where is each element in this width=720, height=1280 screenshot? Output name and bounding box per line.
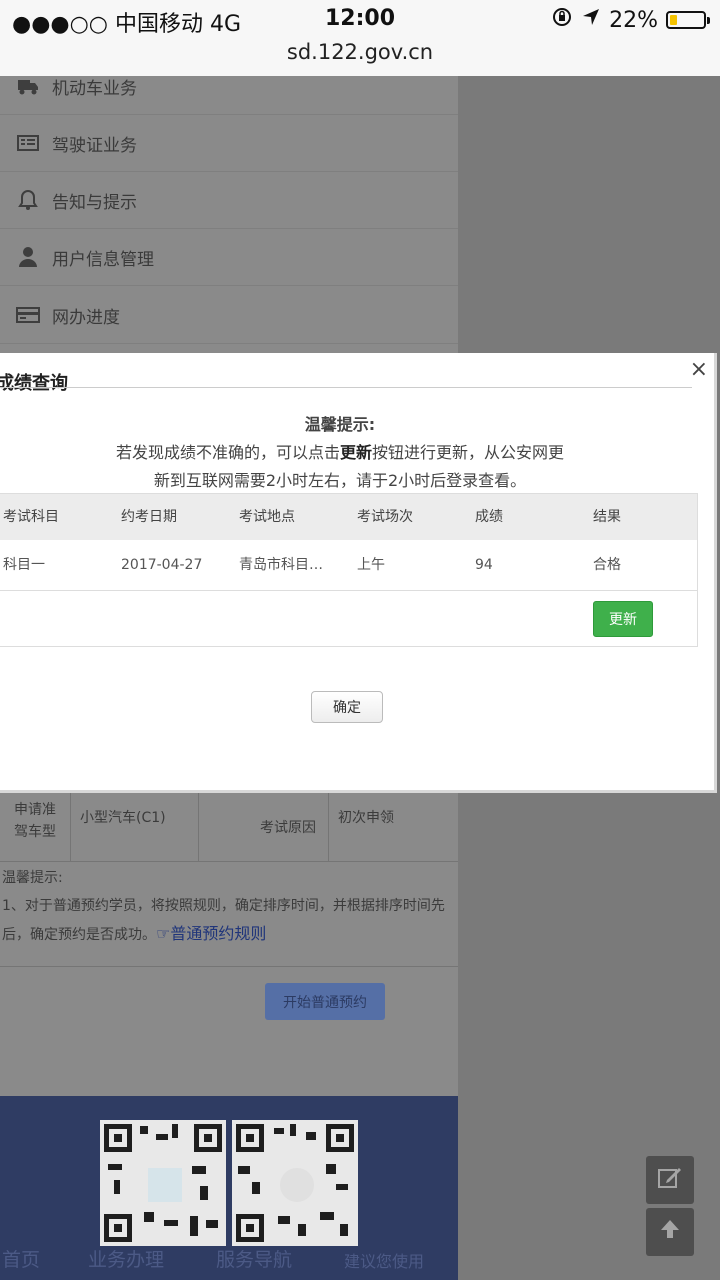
dialog-tip-title: 温馨提示:: [304, 415, 376, 434]
app-logo-icon: [146, 1166, 184, 1204]
edit-icon: [657, 1165, 683, 1195]
cell-subject: 科目一: [3, 557, 45, 573]
menu-item-label: 用户信息管理: [52, 249, 154, 270]
col-exam-date: 约考日期: [121, 509, 177, 525]
col-subject: 考试科目: [3, 509, 59, 525]
cell-exam-session: 上午: [357, 557, 385, 573]
truck-icon: [16, 76, 40, 96]
divider: [0, 966, 458, 967]
table-row: 科目一 2017-04-27 青岛市科目… 上午 94 合格: [0, 540, 697, 591]
qr-code-app: [100, 1120, 226, 1246]
score-table: 考试科目 约考日期 考试地点 考试场次 成绩 结果 科目一 2017-04-27…: [0, 493, 698, 647]
bell-icon: [16, 189, 40, 210]
col-exam-location: 考试地点: [239, 509, 295, 525]
footer-nav-home[interactable]: 首页: [2, 1245, 40, 1272]
score-table-header: 考试科目 约考日期 考试地点 考试场次 成绩 结果: [0, 494, 697, 540]
cell-score: 94: [475, 557, 493, 573]
score-query-dialog: 成绩查询 × 温馨提示: 若发现成绩不准确的，可以点击更新按钮进行更新，从公安网…: [0, 353, 717, 793]
tip-text-part: 按钮进行更新，从公安网更: [372, 443, 565, 462]
battery-icon: [666, 11, 710, 29]
location-arrow-icon: [581, 7, 601, 33]
rotation-lock-icon: [551, 6, 573, 34]
footer-browser-suggestion: 建议您使用: [344, 1252, 425, 1271]
progress-card-icon: [16, 305, 40, 325]
user-icon: [16, 247, 40, 267]
cell-exam-date: 2017-04-27: [121, 557, 203, 573]
dialog-title: 成绩查询: [0, 373, 68, 394]
cell-result: 合格: [593, 557, 621, 573]
license-card-icon: [16, 133, 40, 153]
confirm-button[interactable]: 确定: [311, 691, 383, 723]
feedback-button[interactable]: [646, 1156, 694, 1204]
menu-item-label: 告知与提示: [52, 192, 137, 213]
reservation-rules-link[interactable]: ☞普通预约规则: [156, 924, 266, 943]
cell-divider: [70, 791, 71, 861]
update-button[interactable]: 更新: [593, 601, 653, 637]
battery-percent: 22%: [609, 7, 658, 33]
back-to-top-button[interactable]: [646, 1208, 694, 1256]
arrow-up-icon: [658, 1217, 682, 1247]
col-score: 成绩: [475, 509, 503, 525]
menu-item-user-info[interactable]: 用户信息管理: [0, 229, 458, 286]
url-bar[interactable]: sd.122.gov.cn: [0, 40, 720, 64]
footer-nav-service-guide[interactable]: 服务导航: [216, 1245, 292, 1272]
tip-text-part: 若发现成绩不准确的，可以点击: [115, 443, 340, 462]
footer-nav-business[interactable]: 业务办理: [88, 1245, 164, 1272]
col-result: 结果: [593, 509, 621, 525]
tip-text-bold: 更新: [339, 443, 372, 462]
wechat-logo-icon: [278, 1166, 316, 1204]
menu-item-notice[interactable]: 告知与提示: [0, 172, 458, 229]
dialog-divider: [0, 387, 692, 388]
tips-title: 温馨提示:: [2, 870, 63, 886]
cell-divider: [328, 791, 329, 861]
thumbs-up-icon: ☞: [156, 924, 171, 943]
menu-item-license[interactable]: 驾驶证业务: [0, 115, 458, 172]
menu-item-label: 网办进度: [52, 307, 120, 328]
dialog-tip-text: 若发现成绩不准确的，可以点击更新按钮进行更新，从公安网更 新到互联网需要2小时左…: [0, 439, 684, 495]
cell-exam-location: 青岛市科目…: [239, 557, 323, 573]
qr-code-wechat: [232, 1120, 358, 1246]
status-bar: ●●●○○ 中国移动 4G 12:00 22% sd.122.gov.cn: [0, 0, 720, 76]
tip-text-line2: 新到互联网需要2小时左右，请于2小时后登录查看。: [153, 471, 527, 490]
col-exam-session: 考试场次: [357, 509, 413, 525]
reservation-tips: 温馨提示: 1、对于普通预约学员，将按照规则，确定排序时间，并根据排序时间先后，…: [2, 864, 458, 949]
menu-item-label: 机动车业务: [52, 78, 137, 99]
label-license-type: 申请准驾车型: [14, 802, 56, 840]
close-icon[interactable]: ×: [690, 357, 708, 382]
license-info-table: 申请准驾车型 小型汽车(C1) 考试原因 初次申领: [0, 790, 458, 862]
start-reservation-button[interactable]: 开始普通预约: [265, 983, 385, 1020]
menu-item-progress[interactable]: 网办进度: [0, 287, 458, 344]
cell-divider: [198, 791, 199, 861]
footer: 首页 业务办理 服务导航 建议您使用: [0, 1096, 458, 1280]
menu-item-label: 驾驶证业务: [52, 135, 137, 156]
reservation-rules-link-text: 普通预约规则: [170, 924, 267, 943]
